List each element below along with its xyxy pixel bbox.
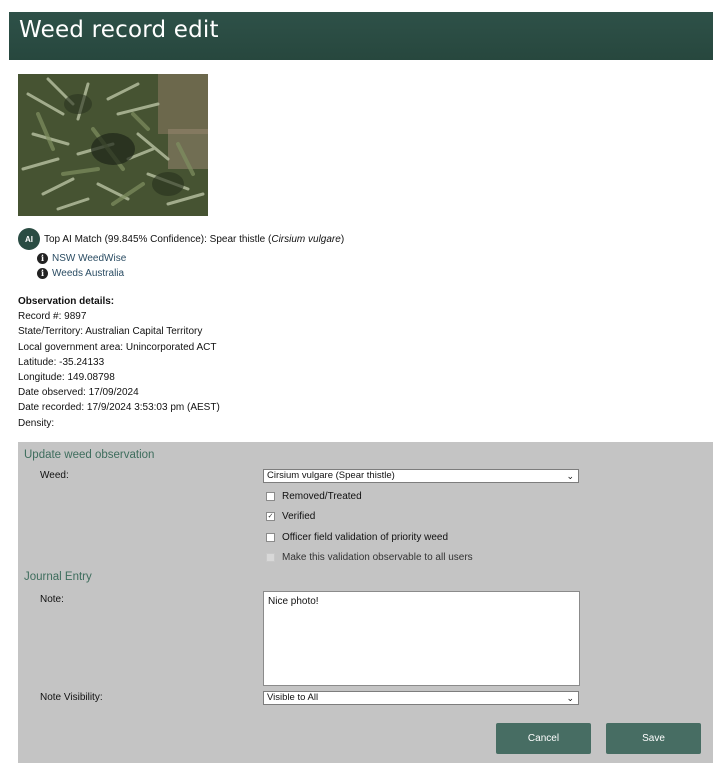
ai-match-scientific-name: Cirsium vulgare — [271, 233, 341, 245]
cancel-button[interactable]: Cancel — [496, 723, 591, 754]
checkbox-label: Verified — [282, 510, 316, 522]
detail-latitude: Latitude: -35.24133 — [18, 356, 105, 368]
checkbox-officer-validation[interactable]: Officer field validation of priority wee… — [266, 530, 448, 544]
note-label: Note: — [40, 594, 64, 605]
checkbox-disabled-icon — [266, 552, 275, 562]
note-visibility-value: Visible to All — [267, 692, 319, 703]
checkbox-verified[interactable]: ✓ Verified — [266, 509, 315, 523]
detail-density: Density: — [18, 417, 55, 429]
link-weeds-australia[interactable]: i Weeds Australia — [37, 266, 124, 280]
detail-longitude: Longitude: 149.08798 — [18, 372, 115, 384]
checkbox-observable-all: Make this validation observable to all u… — [266, 550, 473, 564]
chevron-down-icon: ⌄ — [566, 471, 574, 481]
observation-details: Observation details: Record #: 9897 Stat… — [18, 294, 220, 431]
weed-label: Weed: — [40, 470, 69, 481]
section-title-update: Update weed observation — [24, 449, 155, 461]
chevron-down-icon: ⌄ — [566, 693, 574, 703]
checkbox-icon[interactable] — [266, 491, 275, 501]
weed-photo[interactable] — [18, 74, 208, 216]
detail-date-observed: Date observed: 17/09/2024 — [18, 387, 139, 399]
note-visibility-select[interactable]: Visible to All ⌄ — [263, 691, 579, 705]
note-textarea[interactable]: Nice photo! — [263, 591, 580, 686]
page-title: Weed record edit — [19, 17, 219, 43]
weed-select-value: Cirsium vulgare (Spear thistle) — [267, 470, 395, 481]
observation-heading: Observation details: — [18, 296, 115, 307]
note-visibility-label: Note Visibility: — [40, 692, 103, 703]
link-nsw-weedwise[interactable]: i NSW WeedWise — [37, 251, 126, 265]
link-label[interactable]: NSW WeedWise — [52, 253, 126, 264]
checkbox-label: Make this validation observable to all u… — [282, 551, 473, 563]
checkbox-label: Removed/Treated — [282, 490, 362, 502]
info-icon: i — [37, 267, 48, 279]
save-button[interactable]: Save — [606, 723, 701, 754]
ai-badge-icon: AI — [20, 230, 38, 248]
ai-match-row: AI Top AI Match (99.845% Confidence): Sp… — [20, 229, 344, 249]
checkbox-label: Officer field validation of priority wee… — [282, 531, 449, 543]
ai-match-text: Top AI Match (99.845% Confidence): Spear… — [44, 233, 345, 245]
update-panel: Update weed observation Weed: Cirsium vu… — [18, 442, 713, 763]
section-title-journal: Journal Entry — [24, 571, 92, 583]
checkbox-icon[interactable] — [266, 532, 275, 542]
info-icon: i — [37, 252, 48, 264]
checkbox-checked-icon[interactable]: ✓ — [266, 511, 275, 521]
detail-record: Record #: 9897 — [18, 311, 87, 323]
weed-select[interactable]: Cirsium vulgare (Spear thistle) ⌄ — [263, 469, 579, 483]
weed-photo-image — [18, 74, 208, 216]
detail-lga: Local government area: Unincorporated AC… — [18, 341, 217, 353]
page-header: Weed record edit — [9, 12, 713, 60]
detail-state: State/Territory: Australian Capital Terr… — [18, 326, 203, 338]
checkbox-removed-treated[interactable]: Removed/Treated — [266, 489, 362, 503]
detail-date-recorded: Date recorded: 17/9/2024 3:53:03 pm (AES… — [18, 402, 220, 414]
link-label[interactable]: Weeds Australia — [52, 268, 124, 279]
